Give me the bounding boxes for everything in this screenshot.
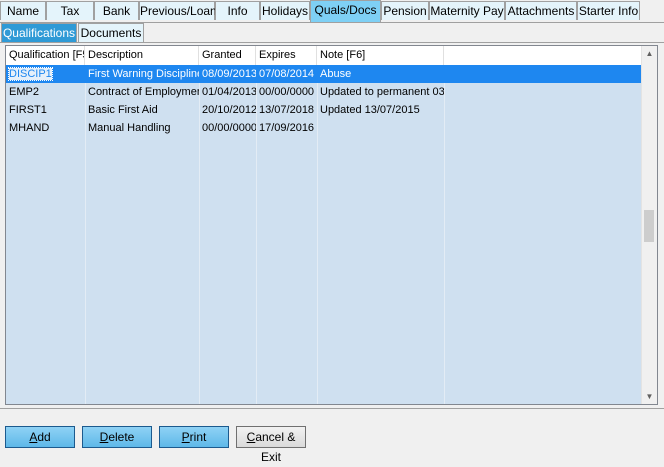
table-row[interactable]: FIRST1 Basic First Aid 20/10/2012 13/07/… — [6, 101, 642, 119]
main-tab-strip: Name Tax Bank Previous/Loan Info Holiday… — [0, 0, 664, 23]
print-button-mnemonic: P — [181, 430, 190, 444]
cell-code: FIRST1 — [9, 104, 47, 116]
scroll-thumb[interactable] — [644, 210, 654, 242]
add-button-label: dd — [37, 430, 51, 444]
cell-note: Updated to permanent 03/09, — [320, 86, 444, 98]
tab-maternity-pay[interactable]: Maternity Pay — [429, 1, 505, 20]
cell-note: Abuse — [320, 68, 352, 80]
print-button[interactable]: Print — [159, 426, 229, 448]
tab-attachments[interactable]: Attachments — [505, 1, 577, 20]
cell-code: EMP2 — [9, 86, 39, 98]
scroll-down-icon[interactable]: ▼ — [642, 389, 657, 404]
vertical-scrollbar[interactable]: ▲ ▼ — [641, 46, 657, 404]
delete-button-mnemonic: D — [99, 430, 109, 444]
tab-previous-loan[interactable]: Previous/Loan — [139, 1, 217, 20]
column-header-qualification[interactable]: Qualification [F5] — [6, 46, 85, 65]
tab-starter-info[interactable]: Starter Info — [577, 1, 640, 20]
cancel-button-mnemonic: C — [246, 430, 256, 444]
cell-code: MHAND — [9, 122, 50, 134]
column-header-expires[interactable]: Expires — [256, 46, 317, 65]
tab-quals-docs[interactable]: Quals/Docs — [310, 0, 381, 22]
cell-granted: 01/04/2013 — [202, 86, 256, 98]
cell-description: Manual Handling — [88, 122, 171, 134]
cell-granted: 08/09/2013 — [202, 68, 256, 80]
grid-header: Qualification [F5] Description Granted E… — [6, 46, 642, 66]
qualifications-grid[interactable]: Qualification [F5] Description Granted E… — [5, 45, 658, 405]
tab-name[interactable]: Name — [0, 1, 46, 20]
cancel-button-label: ancel & Exit — [255, 430, 296, 464]
add-button[interactable]: Add — [5, 426, 75, 448]
subtab-qualifications[interactable]: Qualifications — [1, 23, 77, 42]
cell-description: First Warning Disciplined — [88, 68, 199, 80]
cell-expires: 13/07/2018 — [259, 104, 315, 116]
column-header-granted[interactable]: Granted — [199, 46, 256, 65]
column-header-description[interactable]: Description — [85, 46, 199, 65]
table-row[interactable]: EMP2 Contract of Employment 01/04/2013 0… — [6, 83, 642, 101]
delete-button-label: elete — [108, 430, 135, 444]
cell-granted: 00/00/0000 — [202, 122, 256, 134]
tab-info[interactable]: Info — [215, 1, 260, 20]
print-button-label: rint — [189, 430, 207, 444]
scroll-up-icon[interactable]: ▲ — [642, 46, 657, 61]
cell-code: DISCIP1 — [8, 67, 53, 81]
table-row[interactable]: MHAND Manual Handling 00/00/0000 17/09/2… — [6, 119, 642, 137]
cell-description: Contract of Employment — [88, 86, 199, 98]
table-row[interactable]: DISCIP1 First Warning Disciplined 08/09/… — [6, 65, 642, 83]
subtab-documents[interactable]: Documents — [78, 23, 144, 42]
cell-granted: 20/10/2012 — [202, 104, 256, 116]
tab-holidays[interactable]: Holidays — [260, 1, 310, 20]
cell-expires: 07/08/2014 — [259, 68, 315, 80]
cancel-exit-button[interactable]: Cancel & Exit — [236, 426, 306, 464]
sub-tab-strip: Qualifications Documents — [0, 23, 664, 43]
divider — [0, 408, 664, 409]
tab-bank[interactable]: Bank — [94, 1, 139, 20]
cell-expires: 00/00/0000 — [259, 86, 315, 98]
cell-description: Basic First Aid — [88, 104, 158, 116]
tab-tax[interactable]: Tax — [46, 1, 94, 20]
cell-note: Updated 13/07/2015 — [320, 104, 420, 116]
cell-note — [317, 119, 444, 137]
grid-body: DISCIP1 First Warning Disciplined 08/09/… — [6, 65, 642, 404]
column-header-note[interactable]: Note [F6] — [317, 46, 444, 65]
tab-pension[interactable]: Pension — [381, 1, 429, 20]
cell-expires: 17/09/2016 — [259, 122, 315, 134]
delete-button[interactable]: Delete — [82, 426, 152, 448]
